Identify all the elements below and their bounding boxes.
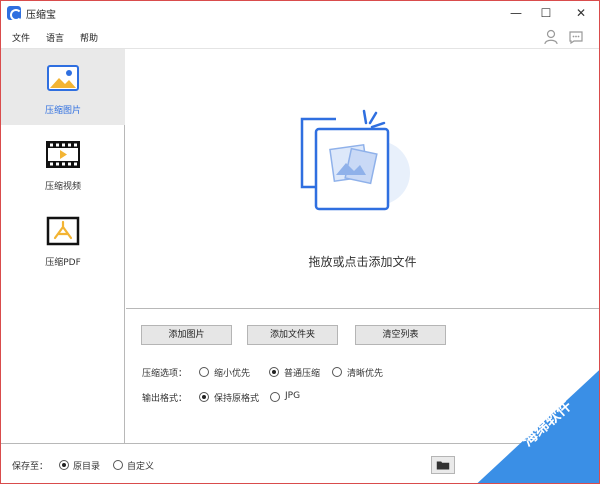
sidebar-item-label: 压缩PDF — [45, 258, 81, 268]
sidebar-item-compress-video[interactable]: 压缩视频 — [1, 125, 125, 201]
save-location-option-label[interactable]: 自定义 — [127, 459, 154, 472]
browse-folder-button[interactable] — [431, 456, 455, 474]
user-icon[interactable] — [543, 29, 559, 45]
title-bar: 压缩宝 — ☐ ✕ — [1, 1, 599, 25]
file-drop-zone[interactable]: 拖放或点击添加文件 — [126, 49, 599, 309]
sidebar: 压缩图片 压缩视频 压缩PDF — [1, 49, 125, 443]
image-icon — [47, 65, 79, 91]
app-window: 压缩宝 — ☐ ✕ 文件 语言 帮助 压缩图片 压缩视频 压缩PDF 拖放或点击… — [0, 0, 600, 484]
folder-icon — [436, 461, 450, 470]
sidebar-item-compress-image[interactable]: 压缩图片 — [1, 49, 125, 125]
output-format-option-label[interactable]: 保持原格式 — [214, 391, 259, 404]
clear-list-button[interactable]: 清空列表 — [355, 325, 446, 345]
sidebar-item-label: 压缩视频 — [44, 182, 81, 192]
sidebar-item-label: 压缩图片 — [44, 106, 81, 116]
app-logo-icon — [7, 6, 22, 21]
pdf-icon — [46, 216, 80, 246]
compression-option-label[interactable]: 缩小优先 — [214, 366, 250, 379]
compression-option-radio[interactable] — [332, 367, 342, 377]
save-location-option-label[interactable]: 原目录 — [73, 459, 100, 472]
add-folder-button[interactable]: 添加文件夹 — [247, 325, 338, 345]
save-to-label: 保存至： — [12, 462, 49, 472]
compression-option-label[interactable]: 清晰优先 — [347, 366, 383, 379]
minimize-button[interactable]: — — [501, 1, 531, 25]
menu-language[interactable]: 语言 — [46, 31, 64, 44]
output-format-label: 输出格式： — [142, 394, 188, 404]
add-image-button[interactable]: 添加图片 — [141, 325, 232, 345]
watermark: 海绵软件 — [469, 361, 599, 483]
save-location-radio[interactable] — [113, 460, 123, 470]
add-files-illustration-icon — [300, 109, 410, 211]
maximize-button[interactable]: ☐ — [531, 1, 561, 25]
compression-option-radio[interactable] — [199, 367, 209, 377]
output-format-radio[interactable] — [270, 392, 280, 402]
window-title: 压缩宝 — [26, 10, 56, 21]
menu-help[interactable]: 帮助 — [80, 31, 98, 44]
drop-zone-text: 拖放或点击添加文件 — [308, 255, 417, 269]
feedback-icon[interactable] — [568, 29, 584, 45]
video-icon — [46, 141, 80, 168]
menu-file[interactable]: 文件 — [12, 31, 30, 44]
compression-options-label: 压缩选项： — [142, 369, 188, 379]
save-location-radio[interactable] — [59, 460, 69, 470]
compression-option-label[interactable]: 普通压缩 — [284, 366, 320, 379]
output-format-option-label[interactable]: JPG — [285, 391, 300, 401]
sidebar-item-compress-pdf[interactable]: 压缩PDF — [1, 201, 125, 277]
close-button[interactable]: ✕ — [566, 1, 596, 25]
compression-option-radio[interactable] — [269, 367, 279, 377]
menu-bar: 文件 语言 帮助 — [1, 25, 599, 49]
output-format-radio[interactable] — [199, 392, 209, 402]
